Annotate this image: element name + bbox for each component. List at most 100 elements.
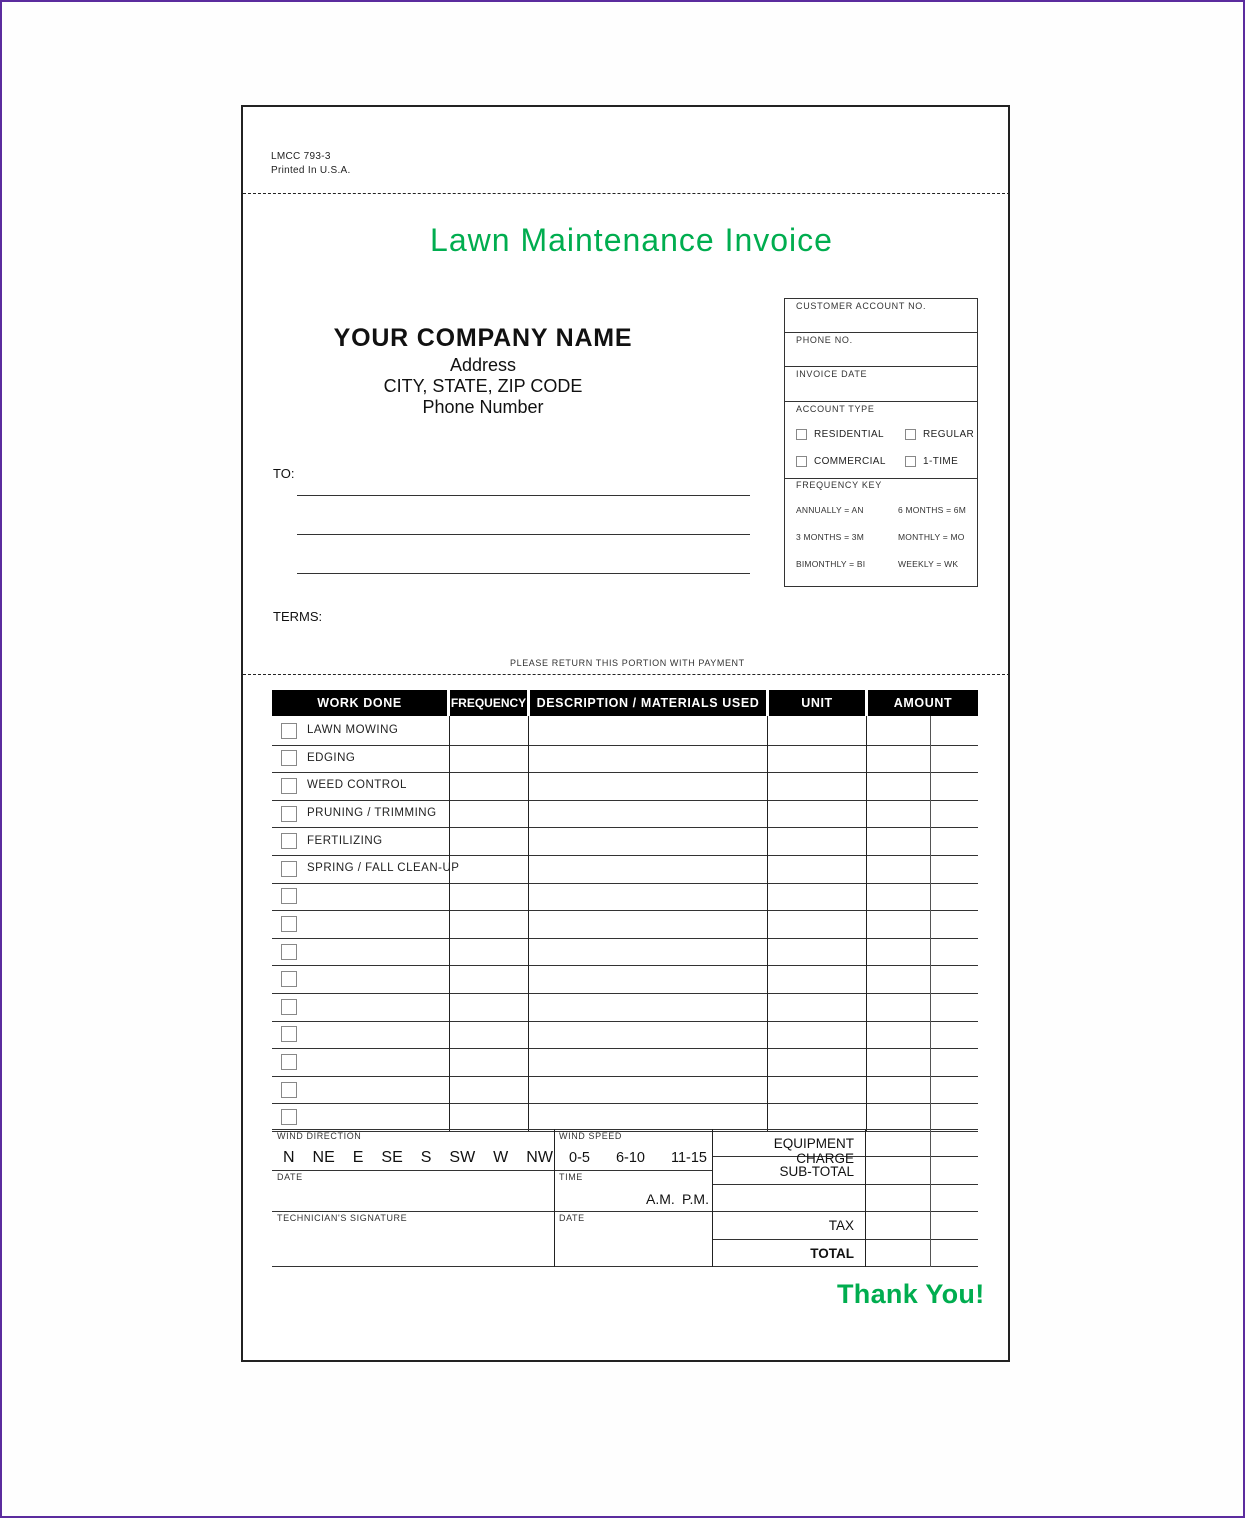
amount-cell[interactable] bbox=[868, 1021, 977, 1049]
option-residential[interactable]: RESIDENTIAL bbox=[796, 429, 884, 440]
frequency-cell[interactable] bbox=[451, 855, 527, 883]
technician-signature-field[interactable] bbox=[272, 1212, 554, 1266]
amount-cell[interactable] bbox=[868, 745, 977, 773]
frequency-cell[interactable] bbox=[451, 910, 527, 938]
description-cell[interactable] bbox=[530, 717, 766, 745]
total-amount[interactable] bbox=[867, 1241, 929, 1266]
amount-cell[interactable] bbox=[868, 1048, 977, 1076]
frequency-cell[interactable] bbox=[451, 1103, 527, 1131]
amount-cell[interactable] bbox=[868, 827, 977, 855]
frequency-cell[interactable] bbox=[451, 717, 527, 745]
checkbox-icon[interactable] bbox=[281, 1053, 297, 1070]
amount-cell[interactable] bbox=[868, 772, 977, 800]
checkbox-icon[interactable] bbox=[281, 1109, 297, 1126]
description-cell[interactable] bbox=[530, 855, 766, 883]
unit-cell[interactable] bbox=[769, 800, 865, 828]
description-cell[interactable] bbox=[530, 1076, 766, 1104]
unit-cell[interactable] bbox=[769, 910, 865, 938]
wind-e[interactable]: E bbox=[353, 1149, 364, 1167]
unit-cell[interactable] bbox=[769, 1103, 865, 1131]
checkbox-icon[interactable] bbox=[796, 429, 807, 440]
equipment-charge-amount[interactable] bbox=[867, 1130, 929, 1156]
description-cell[interactable] bbox=[530, 772, 766, 800]
description-cell[interactable] bbox=[530, 993, 766, 1021]
frequency-cell[interactable] bbox=[451, 1076, 527, 1104]
subtotal-amount[interactable] bbox=[867, 1158, 929, 1184]
checkbox-icon[interactable] bbox=[281, 833, 297, 850]
amount-cell[interactable] bbox=[868, 800, 977, 828]
wind-ne[interactable]: NE bbox=[313, 1149, 335, 1167]
amount-cell[interactable] bbox=[868, 993, 977, 1021]
phone-field[interactable]: PHONE NO. bbox=[785, 333, 977, 367]
am-option[interactable]: A.M. bbox=[646, 1191, 675, 1207]
unit-cell[interactable] bbox=[769, 993, 865, 1021]
amount-cell[interactable] bbox=[868, 855, 977, 883]
frequency-cell[interactable] bbox=[451, 883, 527, 911]
frequency-cell[interactable] bbox=[451, 965, 527, 993]
unit-cell[interactable] bbox=[769, 883, 865, 911]
description-cell[interactable] bbox=[530, 965, 766, 993]
checkbox-icon[interactable] bbox=[905, 456, 916, 467]
checkbox-icon[interactable] bbox=[281, 777, 297, 794]
unit-cell[interactable] bbox=[769, 717, 865, 745]
amount-cell[interactable] bbox=[868, 965, 977, 993]
amount-cell[interactable] bbox=[868, 883, 977, 911]
checkbox-icon[interactable] bbox=[281, 998, 297, 1015]
speed-11-15[interactable]: 11-15 bbox=[671, 1150, 707, 1166]
checkbox-icon[interactable] bbox=[796, 456, 807, 467]
checkbox-icon[interactable] bbox=[281, 1026, 297, 1043]
frequency-cell[interactable] bbox=[451, 800, 527, 828]
amount-cell[interactable] bbox=[868, 717, 977, 745]
frequency-cell[interactable] bbox=[451, 772, 527, 800]
wind-sw[interactable]: SW bbox=[449, 1149, 475, 1167]
option-commercial[interactable]: COMMERCIAL bbox=[796, 456, 886, 467]
to-line-3[interactable] bbox=[297, 573, 750, 574]
amount-cell[interactable] bbox=[868, 1076, 977, 1104]
to-line-1[interactable] bbox=[297, 495, 750, 496]
pm-option[interactable]: P.M. bbox=[682, 1191, 709, 1207]
wind-w[interactable]: W bbox=[493, 1149, 508, 1167]
unit-cell[interactable] bbox=[769, 1021, 865, 1049]
checkbox-icon[interactable] bbox=[281, 805, 297, 822]
speed-0-5[interactable]: 0-5 bbox=[569, 1150, 590, 1166]
speed-6-10[interactable]: 6-10 bbox=[616, 1150, 645, 1166]
wind-se[interactable]: SE bbox=[381, 1149, 402, 1167]
amount-cell[interactable] bbox=[868, 910, 977, 938]
unit-cell[interactable] bbox=[769, 965, 865, 993]
unit-cell[interactable] bbox=[769, 1076, 865, 1104]
frequency-cell[interactable] bbox=[451, 1048, 527, 1076]
checkbox-icon[interactable] bbox=[281, 722, 297, 739]
checkbox-icon[interactable] bbox=[281, 1081, 297, 1098]
option-regular[interactable]: REGULAR bbox=[905, 429, 974, 440]
unit-cell[interactable] bbox=[769, 938, 865, 966]
description-cell[interactable] bbox=[530, 910, 766, 938]
frequency-cell[interactable] bbox=[451, 1021, 527, 1049]
checkbox-icon[interactable] bbox=[281, 915, 297, 932]
checkbox-icon[interactable] bbox=[905, 429, 916, 440]
amount-cell[interactable] bbox=[868, 1103, 977, 1131]
wind-n[interactable]: N bbox=[283, 1149, 295, 1167]
unit-cell[interactable] bbox=[769, 745, 865, 773]
frequency-cell[interactable] bbox=[451, 827, 527, 855]
unit-cell[interactable] bbox=[769, 1048, 865, 1076]
unit-cell[interactable] bbox=[769, 772, 865, 800]
frequency-cell[interactable] bbox=[451, 938, 527, 966]
wind-s[interactable]: S bbox=[421, 1149, 432, 1167]
description-cell[interactable] bbox=[530, 827, 766, 855]
description-cell[interactable] bbox=[530, 1021, 766, 1049]
date-field[interactable] bbox=[272, 1171, 554, 1211]
invoice-date-field[interactable]: INVOICE DATE bbox=[785, 367, 977, 402]
option-1-time[interactable]: 1-TIME bbox=[905, 456, 958, 467]
checkbox-icon[interactable] bbox=[281, 943, 297, 960]
frequency-cell[interactable] bbox=[451, 745, 527, 773]
description-cell[interactable] bbox=[530, 745, 766, 773]
to-line-2[interactable] bbox=[297, 534, 750, 535]
tax-amount[interactable] bbox=[867, 1213, 929, 1239]
frequency-cell[interactable] bbox=[451, 993, 527, 1021]
customer-account-field[interactable]: CUSTOMER ACCOUNT NO. bbox=[785, 299, 977, 333]
checkbox-icon[interactable] bbox=[281, 888, 297, 905]
description-cell[interactable] bbox=[530, 800, 766, 828]
description-cell[interactable] bbox=[530, 1048, 766, 1076]
checkbox-icon[interactable] bbox=[281, 750, 297, 767]
checkbox-icon[interactable] bbox=[281, 860, 297, 877]
